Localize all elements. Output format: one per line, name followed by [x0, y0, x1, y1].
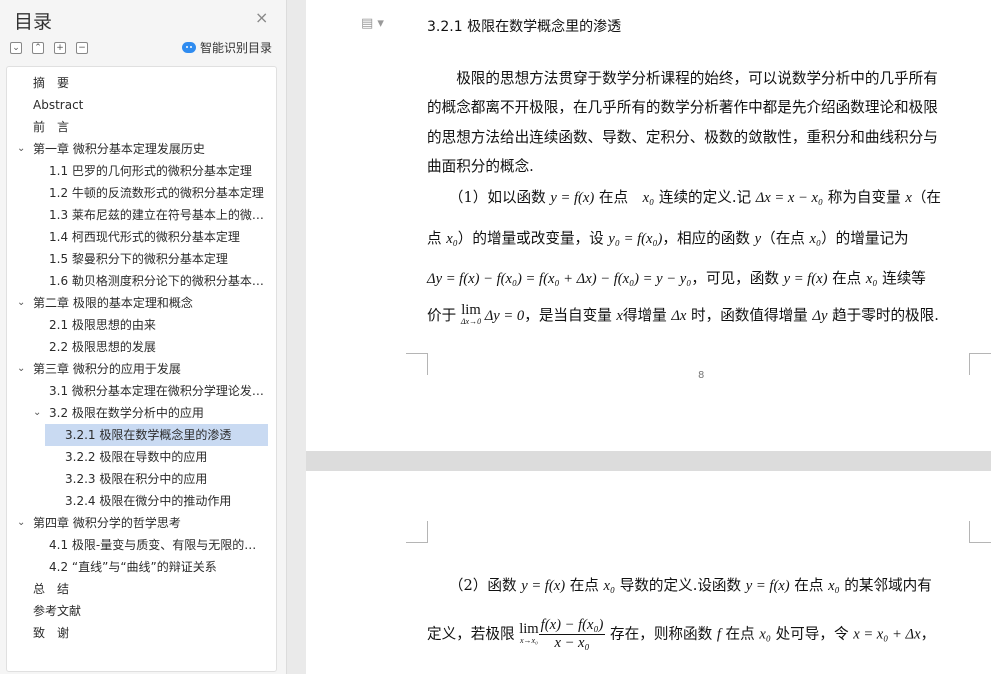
document-page: ▤ ▾ 3.2.1 极限在数学概念里的渗透 极限的思想方法贯穿于数学分析课程的始… [306, 0, 991, 451]
ai-robot-icon [182, 42, 196, 53]
toc-item-label: 3.2 极限在数学分析中的应用 [49, 406, 204, 420]
toc-item[interactable]: 1.2 牛顿的反流数形式的微积分基本定理 [7, 182, 276, 204]
toc-item-label: 3.1 微积分基本定理在微积分学理论发展中的作用 [49, 384, 276, 398]
toc-item-label: 致 谢 [33, 626, 70, 640]
chevron-down-icon[interactable]: ⌄ [17, 512, 25, 534]
document-area: ▤ ▾ 3.2.1 极限在数学概念里的渗透 极限的思想方法贯穿于数学分析课程的始… [306, 0, 991, 674]
toc-item[interactable]: 3.2.3 极限在积分中的应用 [7, 468, 276, 490]
toc-item-label: 2.1 极限思想的由来 [49, 318, 156, 332]
toc-item[interactable]: 1.4 柯西现代形式的微积分基本定理 [7, 226, 276, 248]
toc-item-label: 1.5 黎曼积分下的微积分基本定理 [49, 252, 228, 266]
toc-item-label: Abstract [33, 98, 84, 112]
toc-item[interactable]: 4.2 “直线”与“曲线”的辩证关系 [7, 556, 276, 578]
toc-item-label: 第三章 微积分的应用于发展 [33, 362, 181, 376]
paragraph-line: （2）函数 y = f(x) 在点 x₀ 导数的定义.设函数 y = f(x) … [427, 577, 932, 594]
chevron-down-icon[interactable]: ⌄ [17, 358, 25, 380]
toc-item-label: 第四章 微积分学的哲学思考 [33, 516, 181, 530]
paragraph-line: 的概念都离不开极限，在几乎所有的数学分析著作中都是先介绍函数理论和极限 [427, 99, 938, 116]
crop-mark [406, 353, 428, 375]
collapse-all-icon[interactable]: ⌃ [32, 42, 44, 54]
chevron-down-icon[interactable]: ⌄ [17, 292, 25, 314]
paragraph-line: （1）如以函数 y = f(x) 在点 x₀ 连续的定义.记 Δx = x − … [427, 189, 942, 206]
document-outline-icon[interactable]: ▤ ▾ [361, 16, 384, 31]
fraction: f(x) − f(x₀) x − x₀ [538, 617, 606, 651]
toc-item[interactable]: 1.6 勒贝格测度积分论下的微积分基本定理 [7, 270, 276, 292]
limit-expression: lim x→x₀ [519, 620, 539, 645]
toc-item[interactable]: 3.1 微积分基本定理在微积分学理论发展中的作用 [7, 380, 276, 402]
toc-item-label: 1.6 勒贝格测度积分论下的微积分基本定理 [49, 274, 276, 288]
toc-item[interactable]: ⌄ 第二章 极限的基本定理和概念 [7, 292, 276, 314]
toc-item[interactable]: 摘 要 [7, 72, 276, 94]
expand-all-icon[interactable]: ⌄ [10, 42, 22, 54]
toc-item-label: 1.3 莱布尼兹的建立在符号基本上的微积分基本定理 [49, 208, 276, 222]
chevron-down-icon[interactable]: ⌄ [17, 138, 25, 160]
toc-item-label: 4.1 极限-量变与质变、有限与无限的辩证统一 [49, 538, 276, 552]
toc-item-label: 1.1 巴罗的几何形式的微积分基本定理 [49, 164, 252, 178]
toc-item[interactable]: 参考文献 [7, 600, 276, 622]
toc-item-label: 参考文献 [33, 604, 82, 618]
limit-expression: lim Δx→0 [460, 302, 482, 326]
toc-item-label: 4.2 “直线”与“曲线”的辩证关系 [49, 560, 217, 574]
toc-item[interactable]: ⌄ 3.2 极限在数学分析中的应用 [7, 402, 276, 424]
toc-item[interactable]: 3.2.2 极限在导数中的应用 [7, 446, 276, 468]
crop-mark [969, 353, 991, 375]
paragraph-line: Δy = f(x) − f(x₀) = f(x₀ + Δx) − f(x₀) =… [427, 270, 926, 287]
toc-item-label: 前 言 [33, 120, 70, 134]
toc-title: 目录 [14, 11, 53, 33]
toc-item[interactable]: 致 谢 [7, 622, 276, 644]
toc-item[interactable]: 总 结 [7, 578, 276, 600]
chevron-down-icon[interactable]: ⌄ [33, 402, 41, 424]
add-heading-icon[interactable]: + [54, 42, 66, 54]
toc-item[interactable]: 前 言 [7, 116, 276, 138]
toc-item[interactable]: Abstract [7, 94, 276, 116]
toc-item-label: 第一章 微积分基本定理发展历史 [33, 142, 205, 156]
remove-heading-icon[interactable]: − [76, 42, 88, 54]
paragraph-line: 点 x₀）的增量或改变量，设 y₀ = f(x₀)，相应的函数 y（在点 x₀）… [427, 230, 909, 247]
page-number: 8 [698, 370, 705, 381]
paragraph-line: 极限的思想方法贯穿于数学分析课程的始终，可以说数学分析中的几乎所有 [427, 70, 938, 87]
paragraph-line: 价于 lim Δx→0 Δy = 0，是当自变量 x得增量 Δx 时，函数值得增量… [427, 302, 939, 326]
toc-item-label: 3.2.2 极限在导数中的应用 [65, 450, 208, 464]
toc-item[interactable]: 1.5 黎曼积分下的微积分基本定理 [7, 248, 276, 270]
toc-item-label: 1.2 牛顿的反流数形式的微积分基本定理 [49, 186, 264, 200]
toc-item-label: 2.2 极限思想的发展 [49, 340, 156, 354]
close-icon[interactable]: × [255, 9, 268, 27]
toc-item-label: 3.2.4 极限在微分中的推动作用 [65, 494, 232, 508]
sidebar-splitter[interactable] [287, 0, 306, 674]
toc-item[interactable]: 1.1 巴罗的几何形式的微积分基本定理 [7, 160, 276, 182]
toc-sidebar: 目录 × ⌄ ⌃ + − 智能识别目录 摘 要 Abstract 前 言 ⌄ 第一章 微… [0, 0, 287, 674]
toc-item[interactable]: 2.2 极限思想的发展 [7, 336, 276, 358]
toc-item[interactable]: 2.1 极限思想的由来 [7, 314, 276, 336]
toc-item-label: 3.2.1 极限在数学概念里的渗透 [65, 428, 232, 442]
toc-item[interactable]: 1.3 莱布尼兹的建立在符号基本上的微积分基本定理 [7, 204, 276, 226]
toc-item-label: 3.2.3 极限在积分中的应用 [65, 472, 208, 486]
toc-item-label: 1.4 柯西现代形式的微积分基本定理 [49, 230, 240, 244]
paragraph-line: 曲面积分的概念. [427, 158, 534, 175]
toc-item[interactable]: ⌄ 第三章 微积分的应用于发展 [7, 358, 276, 380]
toc-item[interactable]: ⌄ 第四章 微积分学的哲学思考 [7, 512, 276, 534]
toc-list: 摘 要 Abstract 前 言 ⌄ 第一章 微积分基本定理发展历史 1.1 巴罗的几何形… [6, 66, 277, 672]
crop-mark [406, 521, 428, 543]
toc-item-label: 第二章 极限的基本定理和概念 [33, 296, 193, 310]
toc-item-label: 摘 要 [33, 76, 70, 90]
paragraph-line: 定义，若极限 lim x→x₀ f(x) − f(x₀) x − x₀ 存在，则称函数… [427, 617, 936, 651]
smart-toc-label: 智能识别目录 [200, 41, 273, 55]
paragraph-line: 的思想方法给出连续函数、导数、定积分、极数的敛散性，重积分和曲线积分与 [427, 129, 938, 146]
toc-item[interactable]: 3.2.1 极限在数学概念里的渗透 [45, 424, 268, 446]
toc-toolbar: ⌄ ⌃ + − [10, 40, 88, 56]
toc-item-label: 总 结 [33, 582, 70, 596]
toc-item[interactable]: 4.1 极限-量变与质变、有限与无限的辩证统一 [7, 534, 276, 556]
section-heading: 3.2.1 极限在数学概念里的渗透 [427, 19, 622, 35]
smart-toc-button[interactable]: 智能识别目录 [182, 39, 272, 56]
document-page: （2）函数 y = f(x) 在点 x₀ 导数的定义.设函数 y = f(x) … [306, 471, 991, 674]
toc-item[interactable]: 3.2.4 极限在微分中的推动作用 [7, 490, 276, 512]
crop-mark [969, 521, 991, 543]
toc-item[interactable]: ⌄ 第一章 微积分基本定理发展历史 [7, 138, 276, 160]
